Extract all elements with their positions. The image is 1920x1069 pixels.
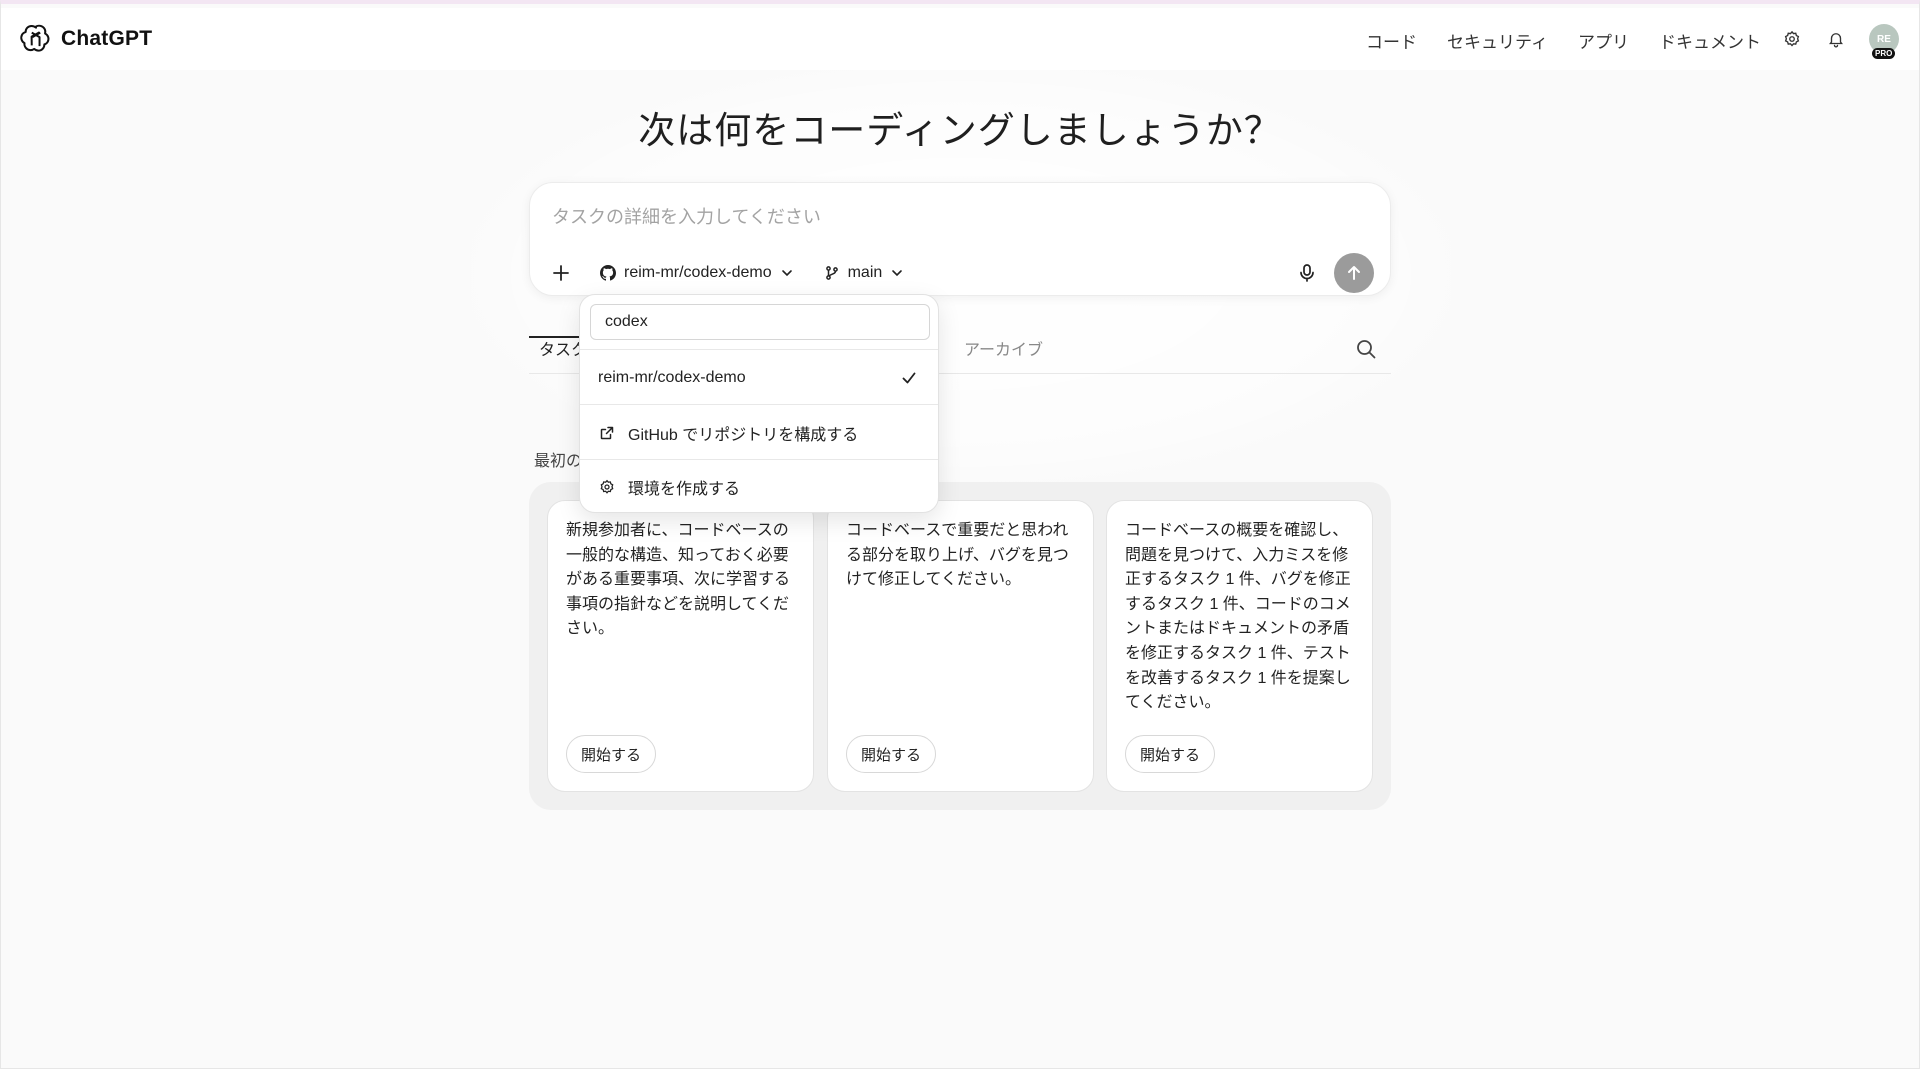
repo-dropdown: reim-mr/codex-demo GitHub でリポジトリを構成する 環境… xyxy=(579,294,939,513)
create-environment-label: 環境を作成する xyxy=(628,481,741,498)
plus-icon xyxy=(553,265,569,281)
gear-icon xyxy=(598,478,616,496)
repo-selector[interactable]: reim-mr/codex-demo xyxy=(594,260,800,286)
configure-github-option[interactable]: GitHub でリポジトリを構成する xyxy=(580,406,938,460)
top-icons: RE PRO xyxy=(1781,24,1899,59)
task-composer[interactable]: タスクの詳細を入力してください reim-mr/codex-demo main xyxy=(529,182,1391,296)
checkmark-icon xyxy=(902,372,916,384)
suggestion-card: コードベースの概要を確認し、問題を見つけて、入力ミスを修正するタスク 1 件、バ… xyxy=(1106,500,1373,792)
top-nav: コード セキュリティ アプリ ドキュメント xyxy=(1366,28,1761,53)
divider xyxy=(580,404,938,405)
divider xyxy=(580,349,938,350)
brand-name: ChatGPT xyxy=(61,27,153,50)
nav-docs[interactable]: ドキュメント xyxy=(1659,28,1761,53)
branch-icon xyxy=(825,266,838,280)
repo-option[interactable]: reim-mr/codex-demo xyxy=(580,351,938,405)
create-environment-option[interactable]: 環境を作成する xyxy=(580,460,938,514)
tab-archive[interactable]: アーカイブ xyxy=(964,336,1043,360)
start-button[interactable]: 開始する xyxy=(566,735,657,773)
start-button[interactable]: 開始する xyxy=(1125,735,1216,773)
nav-apps[interactable]: アプリ xyxy=(1578,28,1629,53)
avatar-initials: RE xyxy=(1877,33,1891,45)
start-button[interactable]: 開始する xyxy=(846,735,937,773)
avatar[interactable]: RE PRO xyxy=(1869,24,1899,59)
suggestion-card: 新規参加者に、コードベースの一般的な構造、知っておく必要がある重要事項、次に学習… xyxy=(547,500,814,792)
add-button[interactable] xyxy=(546,258,576,288)
task-input[interactable]: タスクの詳細を入力してください xyxy=(552,203,821,229)
brand[interactable]: ChatGPT xyxy=(19,22,152,56)
chevron-down-icon xyxy=(892,270,903,277)
external-link-icon xyxy=(598,424,616,442)
branch-label: main xyxy=(847,264,883,281)
repo-option-label: reim-mr/codex-demo xyxy=(598,369,746,386)
card-description: 新規参加者に、コードベースの一般的な構造、知っておく必要がある重要事項、次に学習… xyxy=(566,522,791,638)
branch-selector[interactable]: main xyxy=(818,260,911,286)
microphone-button[interactable] xyxy=(1292,258,1322,288)
card-description: コードベースで重要だと思われる部分を取り上げ、バグを見つけて修正してください。 xyxy=(846,522,1069,589)
send-button[interactable] xyxy=(1334,253,1374,293)
microphone-icon xyxy=(1300,264,1314,282)
settings-gear-icon[interactable] xyxy=(1781,28,1803,50)
chevron-down-icon xyxy=(781,270,792,277)
openai-logo-icon xyxy=(20,24,50,52)
composer-toolbar: reim-mr/codex-demo main xyxy=(546,253,1374,293)
arrow-up-icon xyxy=(1348,266,1360,280)
repo-search-input[interactable] xyxy=(590,304,930,340)
repo-label: reim-mr/codex-demo xyxy=(624,264,772,281)
nav-security[interactable]: セキュリティ xyxy=(1447,28,1548,53)
nav-code[interactable]: コード xyxy=(1366,28,1417,53)
app-frame: ChatGPT コード セキュリティ アプリ ドキュメント RE PRO 次は何… xyxy=(0,0,1920,1069)
card-description: コードベースの概要を確認し、問題を見つけて、入力ミスを修正するタスク 1 件、バ… xyxy=(1125,522,1351,712)
search-icon[interactable] xyxy=(1355,338,1377,360)
github-icon xyxy=(600,265,616,281)
bell-icon[interactable] xyxy=(1825,28,1847,50)
pro-badge: PRO xyxy=(1872,48,1896,59)
suggestion-card: コードベースで重要だと思われる部分を取り上げ、バグを見つけて修正してください。 … xyxy=(827,500,1094,792)
top-bar: ChatGPT コード セキュリティ アプリ ドキュメント RE PRO xyxy=(1,8,1919,70)
suggestion-cards: 新規参加者に、コードベースの一般的な構造、知っておく必要がある重要事項、次に学習… xyxy=(529,482,1391,810)
section-label: 最初の xyxy=(534,453,583,470)
page-title: 次は何をコーディングしましょうか？ xyxy=(638,110,1282,151)
configure-github-label: GitHub でリポジトリを構成する xyxy=(628,427,859,444)
